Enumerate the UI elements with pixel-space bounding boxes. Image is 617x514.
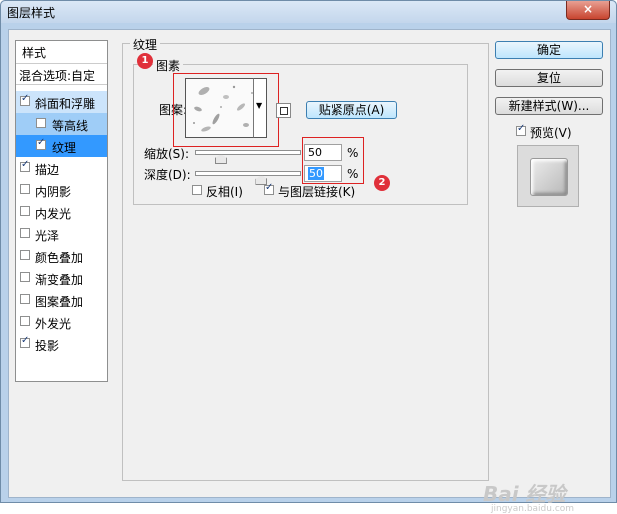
style-item-label: 内阴影: [35, 185, 72, 199]
style-item-satin[interactable]: 光泽: [16, 223, 107, 245]
gradient-overlay-checkbox[interactable]: [20, 272, 30, 282]
style-item-label: 内发光: [35, 207, 72, 221]
style-item-inner-glow[interactable]: 内发光: [16, 201, 107, 223]
style-item-drop-shadow[interactable]: 投影: [16, 333, 107, 355]
depth-label: 深度(D):: [144, 168, 191, 182]
style-item-label: 投影: [35, 339, 60, 353]
style-item-stroke[interactable]: 描边: [16, 157, 107, 179]
snap-to-origin-button[interactable]: 贴紧原点(A): [306, 101, 397, 119]
style-item-label: 光泽: [35, 229, 60, 243]
link-with-layer-label: 与图层链接(K): [278, 185, 356, 199]
invert-label: 反相(I): [206, 185, 243, 199]
title-bar[interactable]: 图层样式 ×: [1, 1, 616, 23]
texture-group-title: 纹理: [130, 36, 161, 53]
scale-slider[interactable]: [195, 150, 301, 164]
dialog-body: 样式 混合选项:自定 斜面和浮雕 等高线 纹理 描边 内阴影: [8, 29, 611, 514]
link-with-layer-checkbox[interactable]: [264, 182, 274, 195]
ok-button[interactable]: 确定: [495, 41, 603, 59]
depth-slider[interactable]: [195, 171, 301, 185]
style-item-label: 图案叠加: [35, 295, 84, 309]
style-item-pattern-overlay[interactable]: 图案叠加: [16, 289, 107, 311]
stroke-checkbox[interactable]: [20, 159, 30, 172]
preview-checkbox[interactable]: [516, 123, 526, 136]
annotation-badge-2: 2: [374, 175, 390, 191]
contour-checkbox[interactable]: [36, 118, 46, 128]
style-item-label: 等高线: [52, 119, 89, 133]
reset-button[interactable]: 复位: [495, 69, 603, 87]
style-item-label: 外发光: [35, 317, 72, 331]
color-overlay-checkbox[interactable]: [20, 250, 30, 260]
annotation-badge-1: 1: [137, 53, 153, 69]
style-item-label: 纹理: [52, 141, 77, 155]
style-preview: [517, 145, 579, 207]
style-item-label: 颜色叠加: [35, 251, 84, 265]
styles-header-label: 样式: [22, 46, 47, 60]
chevron-down-icon: ▼: [256, 101, 263, 110]
drop-shadow-checkbox[interactable]: [20, 335, 30, 348]
style-item-inner-shadow[interactable]: 内阴影: [16, 179, 107, 201]
new-style-button[interactable]: 新建样式(W)...: [495, 97, 603, 115]
blending-options-item[interactable]: 混合选项:自定: [16, 63, 107, 85]
texture-checkbox[interactable]: [36, 137, 46, 150]
pattern-overlay-checkbox[interactable]: [20, 294, 30, 304]
inner-shadow-checkbox[interactable]: [20, 184, 30, 194]
layer-style-dialog: 图层样式 × 样式 混合选项:自定 斜面和浮雕 等高线 纹理 描边: [0, 0, 617, 514]
new-preset-icon[interactable]: [276, 103, 291, 118]
outer-glow-checkbox[interactable]: [20, 316, 30, 326]
styles-list: 样式 混合选项:自定 斜面和浮雕 等高线 纹理 描边 内阴影: [15, 40, 108, 382]
pattern-dropdown[interactable]: ▼: [253, 78, 267, 138]
style-item-bevel-emboss[interactable]: 斜面和浮雕: [16, 91, 107, 113]
style-item-label: 渐变叠加: [35, 273, 84, 287]
style-item-contour[interactable]: 等高线: [16, 113, 107, 135]
blending-options-label: 混合选项:自定: [19, 69, 96, 83]
baidu-watermark-url: jingyan.baidu.com: [491, 504, 575, 514]
style-item-gradient-overlay[interactable]: 渐变叠加: [16, 267, 107, 289]
elements-group-title: 图素: [153, 57, 184, 74]
satin-checkbox[interactable]: [20, 228, 30, 238]
style-item-label: 描边: [35, 163, 60, 177]
bevel-emboss-checkbox[interactable]: [20, 93, 30, 106]
annotation-box-values: [302, 137, 364, 184]
scale-label: 缩放(S):: [144, 147, 190, 161]
preview-label: 预览(V): [530, 126, 572, 140]
style-item-outer-glow[interactable]: 外发光: [16, 311, 107, 333]
style-item-texture[interactable]: 纹理: [16, 135, 107, 157]
styles-header[interactable]: 样式: [16, 41, 107, 61]
close-button[interactable]: ×: [566, 1, 610, 20]
window-title: 图层样式: [7, 6, 56, 20]
inner-glow-checkbox[interactable]: [20, 206, 30, 216]
style-item-label: 斜面和浮雕: [35, 97, 96, 111]
invert-checkbox[interactable]: [192, 185, 202, 195]
style-item-color-overlay[interactable]: 颜色叠加: [16, 245, 107, 267]
